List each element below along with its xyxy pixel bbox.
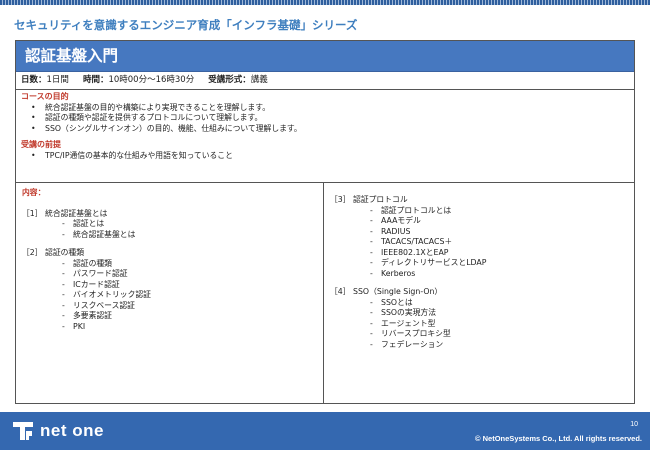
topic-item: Kerberos (370, 269, 628, 280)
course-title: 認証基盤入門 (16, 41, 634, 72)
top-stripe (0, 0, 650, 5)
topic-title: ［3］ 認証プロトコル (330, 195, 408, 204)
topic-block: ［1］ 統合認証基盤とは 認証とは 統合認証基盤とは (22, 209, 317, 241)
topic-item: TACACS/TACACS＋ (370, 237, 628, 248)
topic-items: 認証プロトコルとは AAAモデル RADIUS TACACS/TACACS＋ I… (330, 206, 628, 280)
topic-title: ［4］ SSO（Single Sign-On） (330, 287, 443, 296)
objectives-list: 統合認証基盤の目的や構築により実現できることを理解します。 認証の種類や認証を提… (21, 103, 629, 135)
format-value: 講義 (250, 75, 268, 85)
contents-heading: 内容： (22, 188, 46, 197)
topic-item: 認証プロトコルとは (370, 206, 628, 217)
topic-item: SSOの実現方法 (370, 308, 628, 319)
topic-item: 認証とは (62, 219, 317, 230)
prerequisite-item: TPC/IP通信の基本的な仕組みや用語を知っていること (31, 151, 629, 162)
topic-item: リスクベース認証 (62, 301, 317, 312)
prerequisites-list: TPC/IP通信の基本的な仕組みや用語を知っていること (21, 151, 629, 162)
topic-block: ［3］ 認証プロトコル 認証プロトコルとは AAAモデル RADIUS TACA… (330, 195, 628, 279)
topic-item: ICカード認証 (62, 280, 317, 291)
topic-items: SSOとは SSOの実現方法 エージェント型 リバースプロキシ型 フェデレーショ… (330, 298, 628, 351)
topic-item: 多要素認証 (62, 311, 317, 322)
objective-item: SSO（シングルサインオン）の目的、機能、仕組みについて理解します。 (31, 124, 629, 135)
topic-item: 統合認証基盤とは (62, 230, 317, 241)
topic-item: AAAモデル (370, 216, 628, 227)
topic-item: PKI (62, 322, 317, 333)
topic-block: ［2］ 認証の種類 認証の種類 パスワード認証 ICカード認証 バイオメトリック… (22, 248, 317, 332)
logo-text: net one (40, 421, 104, 440)
series-title: セキュリティを意識するエンジニア育成「インフラ基礎」シリーズ (14, 18, 358, 32)
days-value: 1日間 (46, 75, 69, 85)
objectives-section: コースの目的 統合認証基盤の目的や構築により実現できることを理解します。 認証の… (16, 90, 634, 183)
page-number: 10 (630, 421, 638, 428)
objectives-heading: コースの目的 (21, 92, 69, 101)
time-value: 10時00分～16時30分 (108, 75, 195, 85)
topic-items: 認証とは 統合認証基盤とは (22, 219, 317, 240)
footer-bar: net one 10 © NetOneSystems Co., Ltd. All… (0, 412, 650, 450)
topic-item: バイオメトリック認証 (62, 290, 317, 301)
contents-right-column: ［3］ 認証プロトコル 認証プロトコルとは AAAモデル RADIUS TACA… (324, 183, 634, 404)
format-label: 受講形式： (208, 75, 251, 85)
course-info-row: 日数：1日間 時間：10時00分～16時30分 受講形式：講義 (16, 72, 634, 90)
netone-logo: net one (10, 418, 104, 444)
topic-item: 認証の種類 (62, 259, 317, 270)
contents-left-column: 内容： ［1］ 統合認証基盤とは 認証とは 統合認証基盤とは ［2］ 認証の種類… (16, 183, 324, 404)
objective-item: 統合認証基盤の目的や構築により実現できることを理解します。 (31, 103, 629, 114)
topic-item: リバースプロキシ型 (370, 329, 628, 340)
topic-item: フェデレーション (370, 340, 628, 351)
topic-item: IEEE802.1XとEAP (370, 248, 628, 259)
topic-item: エージェント型 (370, 319, 628, 330)
topic-item: RADIUS (370, 227, 628, 238)
contents-section: 内容： ［1］ 統合認証基盤とは 認証とは 統合認証基盤とは ［2］ 認証の種類… (16, 183, 634, 404)
objective-item: 認証の種類や認証を提供するプロトコルについて理解します。 (31, 113, 629, 124)
topic-item: SSOとは (370, 298, 628, 309)
netone-logo-icon (13, 422, 33, 440)
topic-title: ［1］ 統合認証基盤とは (22, 208, 108, 218)
time-label: 時間： (82, 75, 109, 85)
topic-item: ディレクトリサービスとLDAP (370, 258, 628, 269)
topic-title: ［2］ 認証の種類 (22, 248, 85, 257)
days-label: 日数： (21, 75, 47, 85)
course-card: 認証基盤入門 日数：1日間 時間：10時00分～16時30分 受講形式：講義 コース… (15, 40, 635, 404)
prerequisites-heading: 受講の前提 (21, 140, 61, 149)
copyright-text: © NetOneSystems Co., Ltd. All rights res… (475, 434, 642, 443)
topic-block: ［4］ SSO（Single Sign-On） SSOとは SSOの実現方法 エ… (330, 287, 628, 350)
topic-item: パスワード認証 (62, 269, 317, 280)
topic-items: 認証の種類 パスワード認証 ICカード認証 バイオメトリック認証 リスクベース認… (22, 259, 317, 333)
